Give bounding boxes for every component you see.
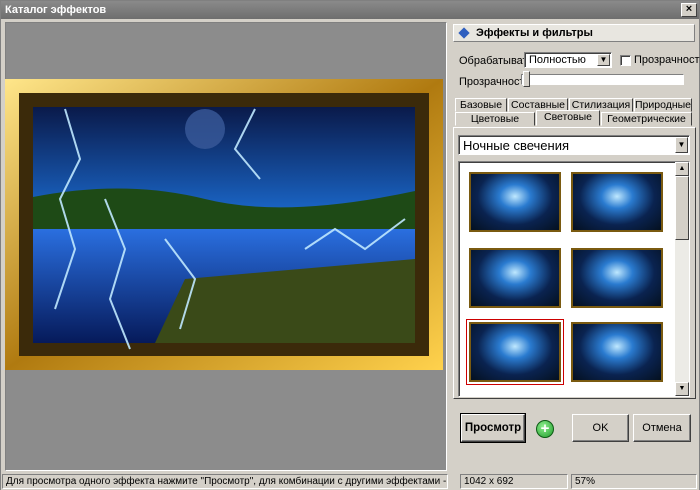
status-hint: Для просмотра одного эффекта нажмите "Пр…: [2, 474, 448, 489]
preview-button[interactable]: Просмотр: [460, 413, 526, 443]
title-bar: Каталог эффектов ×: [1, 1, 699, 19]
effect-thumbnail[interactable]: [571, 322, 663, 382]
effects-catalog-window: Каталог эффектов × Эффекты и фильтры Обр…: [0, 0, 700, 490]
effect-thumbnail[interactable]: [571, 248, 663, 308]
scroll-up-icon[interactable]: ▲: [675, 162, 689, 176]
cancel-button[interactable]: Отмена: [633, 414, 691, 442]
tab-color[interactable]: Цветовые: [455, 112, 535, 126]
plus-icon[interactable]: +: [536, 420, 554, 438]
scrollbar-thumb[interactable]: [675, 176, 689, 240]
effects-thumbnail-list: ▲ ▼: [458, 161, 690, 397]
tab-geometric[interactable]: Геометрические: [601, 112, 692, 126]
process-label: Обрабатывать: [459, 55, 534, 67]
process-select-value: Полностью: [529, 54, 586, 66]
status-image-size: 1042 x 692: [460, 474, 568, 489]
transparency-checkbox[interactable]: [620, 55, 631, 66]
effect-thumbnail[interactable]: [469, 172, 561, 232]
transparency-checkbox-label: Прозрачность: [634, 54, 700, 66]
tab-basic[interactable]: Базовые: [455, 98, 507, 112]
status-zoom: 57%: [571, 474, 697, 489]
tab-light[interactable]: Световые: [536, 110, 600, 126]
preview-image: [5, 79, 443, 370]
panel-header: Эффекты и фильтры: [453, 24, 695, 42]
window-title: Каталог эффектов: [5, 4, 107, 16]
effect-thumbnail-selected[interactable]: [466, 319, 564, 385]
transparency-slider-track[interactable]: [521, 74, 684, 85]
effect-thumbnail[interactable]: [571, 172, 663, 232]
thumbnail-scrollbar[interactable]: ▲ ▼: [675, 162, 689, 396]
scroll-down-icon[interactable]: ▼: [675, 382, 689, 396]
ok-button[interactable]: OK: [572, 414, 629, 442]
tab-natural[interactable]: Природные: [634, 98, 692, 112]
diamond-icon: [458, 27, 470, 39]
process-select[interactable]: Полностью ▼: [524, 52, 612, 68]
chevron-down-icon[interactable]: ▼: [597, 54, 610, 66]
chevron-down-icon[interactable]: ▼: [675, 137, 688, 153]
category-select[interactable]: Ночные свечения ▼: [458, 135, 690, 155]
status-bar: Для просмотра одного эффекта нажмите "Пр…: [1, 473, 699, 490]
panel-header-label: Эффекты и фильтры: [476, 27, 593, 39]
close-icon[interactable]: ×: [681, 3, 697, 17]
category-select-value: Ночные свечения: [463, 138, 570, 153]
transparency-slider-label: Прозрачность: [459, 76, 531, 88]
transparency-slider-thumb[interactable]: [523, 71, 530, 87]
effect-thumbnail[interactable]: [469, 248, 561, 308]
